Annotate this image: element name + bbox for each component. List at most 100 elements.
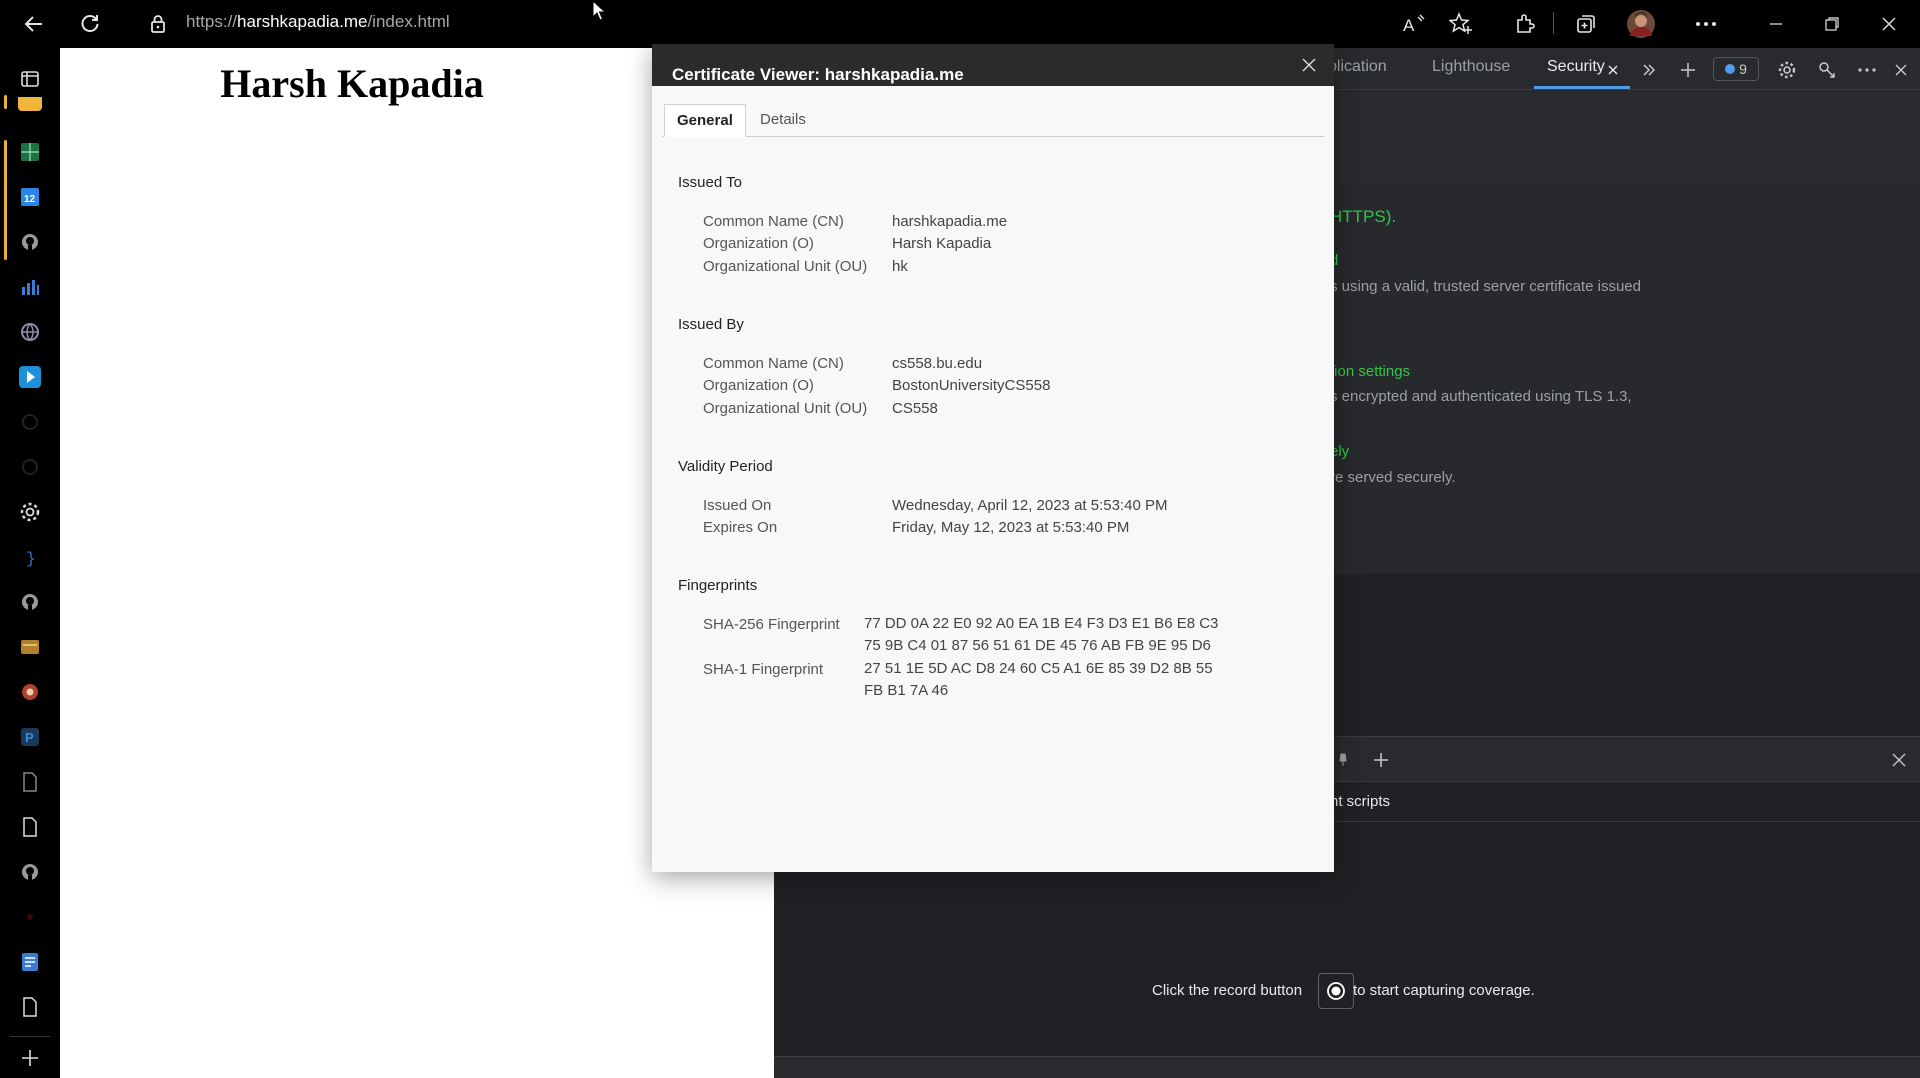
code-brace-icon[interactable]: } [14, 541, 46, 573]
url-host: harshkapadia.me [237, 12, 368, 31]
svg-text:}: } [26, 550, 36, 567]
issued-by-ou-value: CS558 [892, 400, 938, 417]
svg-text:12: 12 [24, 194, 36, 205]
expires-on-value: Friday, May 12, 2023 at 5:53:40 PM [892, 519, 1130, 536]
sha1-label: SHA-1 Fingerprint [703, 661, 824, 678]
dialog-header: Certificate Viewer: harshkapadia.me [652, 44, 1334, 86]
sha1-value-line-2: FB B1 7A 46 [864, 682, 949, 699]
svg-text:P: P [25, 730, 34, 745]
certificate-viewer-dialog: Certificate Viewer: harshkapadia.me Gene… [652, 44, 1334, 872]
browser-title-bar: https://harshkapadia.me/index.html A [0, 0, 1920, 48]
tab-lighthouse[interactable]: Lighthouse [1432, 58, 1510, 76]
devtools-more-icon[interactable] [1854, 57, 1880, 83]
dim-app-icon-1[interactable] [14, 406, 46, 438]
dim-app-icon-2[interactable] [14, 451, 46, 483]
tab-details[interactable]: Details [748, 104, 818, 137]
sidebar-divider [10, 1036, 50, 1037]
issues-count: 9 [1739, 61, 1747, 77]
sha256-label: SHA-256 Fingerprint [703, 616, 840, 633]
globe-app-icon[interactable] [14, 316, 46, 348]
issued-on-value: Wednesday, April 12, 2023 at 5:53:40 PM [892, 497, 1168, 514]
extensions-icon[interactable] [1509, 8, 1541, 40]
notes-app-icon[interactable] [14, 95, 46, 113]
toolbar-divider [1553, 12, 1554, 34]
close-devtools-icon[interactable] [1888, 57, 1914, 83]
dialog-title: Certificate Viewer: harshkapadia.me [672, 65, 964, 84]
security-summary: HTTPS). [1330, 207, 1397, 226]
issues-badge[interactable]: 9 [1713, 57, 1759, 81]
settings-gear-icon[interactable] [14, 496, 46, 528]
issued-to-ou-value: hk [892, 258, 908, 275]
coverage-filter-label[interactable]: nt scripts [1330, 793, 1390, 810]
sheets-app-icon[interactable] [14, 136, 46, 168]
refresh-icon[interactable] [74, 8, 106, 40]
active-tab-underline [1534, 86, 1630, 89]
close-tab-icon[interactable] [1604, 57, 1622, 83]
paypal-app-icon[interactable]: P [14, 721, 46, 753]
issued-by-heading: Issued By [678, 316, 744, 333]
docs-app-icon[interactable] [14, 946, 46, 978]
add-app-icon[interactable] [14, 1042, 46, 1074]
resources-description: re served securely. [1330, 469, 1456, 486]
sidebar-group-indicator [4, 140, 7, 260]
more-options-icon[interactable] [1690, 8, 1722, 40]
opera-app-icon[interactable] [14, 676, 46, 708]
drawer-add-tab-icon[interactable] [1368, 747, 1394, 773]
issues-icon [1725, 64, 1736, 74]
dialog-close-icon[interactable] [1298, 54, 1320, 76]
document-icon-1[interactable] [14, 766, 46, 798]
devtools-settings-icon[interactable] [1774, 57, 1800, 83]
customize-icon[interactable] [1814, 57, 1840, 83]
restore-icon[interactable] [1816, 8, 1848, 40]
document-icon-2[interactable] [14, 811, 46, 843]
profile-avatar[interactable] [1625, 8, 1657, 40]
svg-text:A: A [1403, 16, 1415, 35]
record-icon [1327, 982, 1345, 1000]
issued-to-cn-label: Common Name (CN) [703, 213, 844, 230]
certificate-description: s using a valid, trusted server certific… [1330, 278, 1641, 295]
connection-description: s encrypted and authenticated using TLS … [1330, 388, 1632, 405]
issued-by-ou-label: Organizational Unit (OU) [703, 400, 868, 417]
read-aloud-icon[interactable]: A [1398, 8, 1430, 40]
coverage-message-start: Click the record button [1152, 982, 1303, 999]
issued-to-cn-value: harshkapadia.me [892, 213, 1008, 230]
issued-by-o-label: Organization (O) [703, 377, 814, 394]
dialog-tab-bar: General Details [662, 104, 1324, 137]
minimize-icon[interactable] [1760, 8, 1792, 40]
github-icon-2[interactable] [14, 586, 46, 618]
calendar-app-icon[interactable]: 12 [14, 181, 46, 213]
more-tabs-icon[interactable] [1636, 57, 1662, 83]
issued-by-cn-label: Common Name (CN) [703, 355, 844, 372]
tab-general[interactable]: General [664, 104, 746, 137]
close-drawer-icon[interactable] [1886, 747, 1912, 773]
vertical-sidebar: 12 } P [0, 48, 60, 1078]
document-icon-3[interactable] [14, 991, 46, 1023]
sidebar-active-indicator [4, 95, 7, 109]
fingerprints-heading: Fingerprints [678, 577, 758, 594]
collections-icon[interactable] [1570, 8, 1602, 40]
folder-app-icon[interactable] [14, 631, 46, 663]
github-icon-3[interactable] [14, 856, 46, 888]
lock-icon[interactable] [142, 8, 174, 40]
add-tool-icon[interactable] [1675, 57, 1701, 83]
sha1-value-line-1: 27 51 1E 5D AC D8 24 60 C5 A1 6E 85 39 D… [864, 660, 1213, 677]
address-bar-url[interactable]: https://harshkapadia.me/index.html [186, 12, 450, 32]
validity-heading: Validity Period [678, 458, 773, 475]
analytics-app-icon[interactable] [14, 271, 46, 303]
back-icon[interactable] [18, 8, 50, 40]
favorites-icon[interactable] [1445, 8, 1477, 40]
url-path: /index.html [367, 12, 450, 31]
sha256-value-line-1: 77 DD 0A 22 E0 92 A0 EA 1B E4 F3 D3 E1 B… [864, 615, 1219, 632]
close-window-icon[interactable] [1873, 8, 1905, 40]
issued-to-heading: Issued To [678, 174, 742, 191]
dim-dot-icon[interactable] [14, 901, 46, 933]
coverage-message-end: to start capturing coverage. [1353, 982, 1535, 999]
tab-application[interactable]: plication [1328, 58, 1387, 76]
tab-actions-icon[interactable] [14, 63, 46, 95]
mouse-cursor [592, 0, 607, 27]
record-button[interactable] [1318, 973, 1354, 1009]
tab-security[interactable]: Security [1547, 58, 1605, 76]
issued-to-ou-label: Organizational Unit (OU) [703, 258, 868, 275]
video-app-icon[interactable] [14, 361, 46, 393]
github-icon[interactable] [14, 226, 46, 258]
